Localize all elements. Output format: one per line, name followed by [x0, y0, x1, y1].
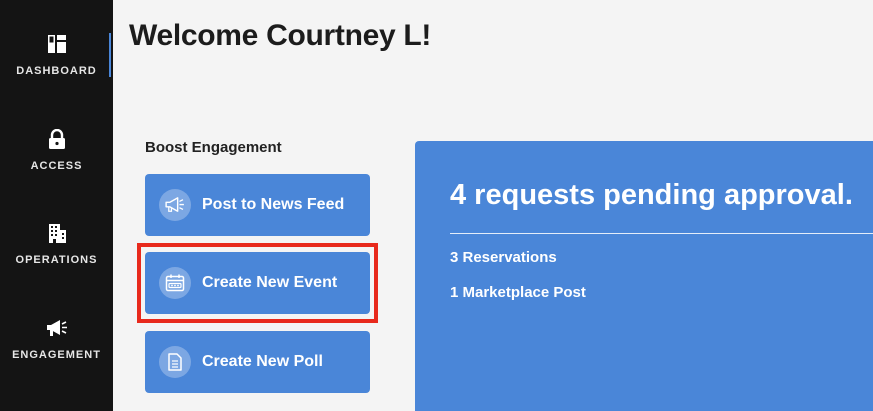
marketplace-request-link[interactable]: 1 Marketplace Post: [450, 284, 586, 301]
page-title: Welcome Courtney L!: [129, 19, 432, 52]
building-icon: [46, 222, 68, 244]
sidebar-item-label: ENGAGEMENT: [12, 349, 101, 361]
sidebar-item-label: DASHBOARD: [16, 65, 97, 77]
sidebar-item-label: OPERATIONS: [15, 254, 98, 266]
pending-requests-title: 4 requests pending approval.: [450, 179, 853, 211]
sidebar-item-engagement[interactable]: ENGAGEMENT: [0, 317, 113, 397]
sidebar: DASHBOARD ACCESS OPERATIONS ENGAGEMENT: [0, 0, 113, 411]
button-label: Create New Poll: [202, 353, 323, 370]
button-label: Post to News Feed: [202, 196, 345, 213]
boost-engagement-heading: Boost Engagement: [145, 139, 282, 156]
divider: [450, 233, 873, 234]
sidebar-item-label: ACCESS: [30, 160, 83, 172]
megaphone-icon: [159, 189, 191, 221]
create-new-poll-button[interactable]: Create New Poll: [145, 331, 370, 393]
sidebar-item-dashboard[interactable]: DASHBOARD: [0, 33, 113, 113]
lock-icon: [46, 128, 68, 150]
highlight-box: [137, 243, 378, 323]
document-icon: [159, 346, 191, 378]
active-indicator: [109, 33, 111, 77]
sidebar-item-operations[interactable]: OPERATIONS: [0, 222, 113, 302]
reservations-request-link[interactable]: 3 Reservations: [450, 249, 557, 266]
pending-requests-card: 4 requests pending approval. 3 Reservati…: [415, 141, 873, 411]
post-to-news-feed-button[interactable]: Post to News Feed: [145, 174, 370, 236]
megaphone-icon: [46, 317, 68, 339]
dashboard-icon: [46, 33, 68, 55]
sidebar-item-access[interactable]: ACCESS: [0, 128, 113, 208]
